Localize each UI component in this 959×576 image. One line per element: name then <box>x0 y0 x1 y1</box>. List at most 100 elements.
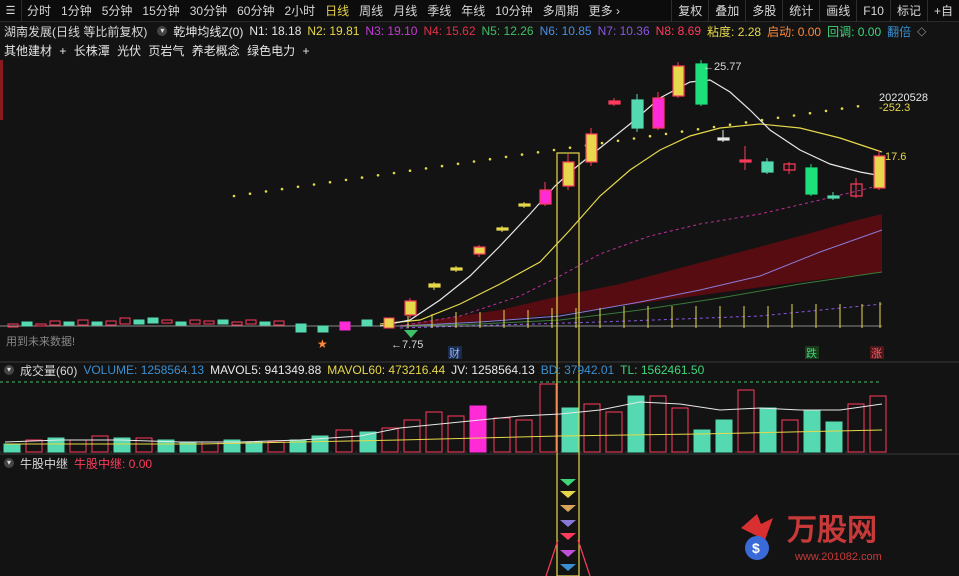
tag-item[interactable]: 绿色电力 + <box>247 44 309 58</box>
tl-value: TL: 1562461.50 <box>620 363 705 377</box>
trend-dot <box>728 123 732 126</box>
volume-bar <box>135 437 153 453</box>
mavol60-value: MAVOL60: 473216.44 <box>327 363 446 377</box>
tag-item[interactable]: 光伏 <box>117 44 141 58</box>
candle <box>518 202 531 208</box>
die-label: 跌 <box>806 346 817 360</box>
statistics-button[interactable]: 统计 <box>782 0 819 22</box>
volume-bar <box>781 419 799 453</box>
indicator-settings-icon[interactable]: ▾ <box>157 26 168 36</box>
f10-button[interactable]: F10 <box>856 0 890 22</box>
volume-settings-icon[interactable]: ▾ <box>4 365 14 375</box>
period-tab-2h[interactable]: 2小时 <box>279 0 320 22</box>
dot-trend <box>232 105 860 198</box>
period-tab-month[interactable]: 月线 <box>388 0 422 22</box>
candle <box>91 321 103 326</box>
trend-dot <box>712 125 716 129</box>
trend-dot <box>296 185 300 189</box>
trend-dot <box>616 139 620 143</box>
fuquan-button[interactable]: 复权 <box>671 0 708 22</box>
volume-bar <box>583 403 601 453</box>
n1-value: N1: 18.18 <box>249 24 302 38</box>
trend-dot <box>392 171 396 175</box>
period-tab-quarter[interactable]: 季线 <box>422 0 456 22</box>
trend-dot <box>680 130 684 133</box>
trend-dot <box>776 116 780 120</box>
candle <box>539 182 552 206</box>
die-badge <box>805 346 819 359</box>
candles <box>404 60 886 318</box>
kline-chart[interactable]: ←25.77 20220528 -252.3 17.6 ←7.75 用到未来数据… <box>0 0 959 576</box>
tag-item[interactable]: 养老概念 <box>192 44 240 58</box>
candle <box>189 319 201 325</box>
trend-dot <box>568 146 572 149</box>
n4-value: N4: 15.62 <box>423 24 476 38</box>
early-candles <box>7 317 395 333</box>
ma-line-n1 <box>379 79 883 327</box>
period-tab-10min[interactable]: 10分钟 <box>490 0 537 22</box>
period-tab-multi[interactable]: 多周期 <box>538 0 584 22</box>
indicator-switch-icon[interactable]: ◇ <box>917 24 926 38</box>
svg-text:$: $ <box>752 540 760 556</box>
period-tab-60min[interactable]: 60分钟 <box>232 0 279 22</box>
period-tab-30min[interactable]: 30分钟 <box>185 0 232 22</box>
period-tab-fenshi[interactable]: 分时 <box>22 0 56 22</box>
volume-bar <box>693 429 711 453</box>
volume-bar <box>847 403 865 453</box>
tag-item[interactable]: 页岩气 <box>148 44 184 58</box>
volume-bar <box>825 421 843 453</box>
n8-value: N8: 8.69 <box>655 24 702 38</box>
sub-title[interactable]: 牛股中继 <box>20 455 68 472</box>
candle <box>672 62 685 98</box>
candle <box>161 319 173 324</box>
trend-dot <box>280 187 284 191</box>
period-tab-week[interactable]: 周线 <box>354 0 388 22</box>
mark-button[interactable]: 标记 <box>889 0 927 22</box>
more-label: 更多 <box>588 3 613 18</box>
volume-bars <box>3 383 887 453</box>
candle <box>35 323 47 327</box>
date-label: 20220528 <box>879 92 928 104</box>
period-tab-day[interactable]: 日线 <box>320 0 354 22</box>
trend-dot <box>632 137 636 140</box>
volume-bar <box>25 439 43 453</box>
sub-settings-icon[interactable]: ▾ <box>4 458 14 468</box>
period-tab-1min[interactable]: 1分钟 <box>56 0 97 22</box>
period-tab-year[interactable]: 年线 <box>456 0 490 22</box>
overlay-button[interactable]: 叠加 <box>708 0 745 22</box>
menu-icon[interactable]: ☰ <box>0 0 22 22</box>
candle <box>133 319 145 325</box>
n6-value: N6: 10.85 <box>539 24 592 38</box>
ma-line-n3-dashed <box>399 184 883 327</box>
trend-dot <box>232 194 236 198</box>
mavol5-value: MAVOL5: 941349.88 <box>210 363 322 377</box>
period-tab-5min[interactable]: 5分钟 <box>97 0 138 22</box>
add-self-button[interactable]: +自 <box>926 0 959 22</box>
indicator-name[interactable]: 乾坤均线Z(0) <box>173 23 243 40</box>
trend-dot <box>856 105 860 108</box>
dot-level-label: -252.3 <box>879 102 910 114</box>
low-label: ←7.75 <box>391 339 423 351</box>
volume-bar <box>671 407 689 453</box>
ma-band <box>400 214 882 326</box>
sub-value: 牛股中继: 0.00 <box>74 456 153 471</box>
high-label: ←25.77 <box>703 61 742 73</box>
multi-stock-button[interactable]: 多股 <box>745 0 782 22</box>
volume-bar <box>715 419 733 453</box>
tag-item[interactable]: 长株潭 <box>74 44 110 58</box>
period-tab-15min[interactable]: 15分钟 <box>137 0 184 22</box>
right-price-label: 17.6 <box>885 151 906 163</box>
n2-value: N2: 19.81 <box>307 24 360 38</box>
trend-dot <box>312 183 316 186</box>
candle <box>317 325 329 333</box>
candle <box>383 317 395 329</box>
period-tab-more[interactable]: 更多 › <box>584 0 625 22</box>
volume-bar <box>561 407 579 453</box>
watermark-svg: $ 万股网 www.201082.com <box>741 514 882 563</box>
trend-dot <box>344 178 348 182</box>
candle <box>175 321 187 326</box>
trend-dot <box>808 111 812 115</box>
volume-title[interactable]: 成交量(60) <box>20 362 77 379</box>
tag-item[interactable]: 其他建材 + <box>4 44 66 58</box>
draw-line-button[interactable]: 画线 <box>819 0 856 22</box>
